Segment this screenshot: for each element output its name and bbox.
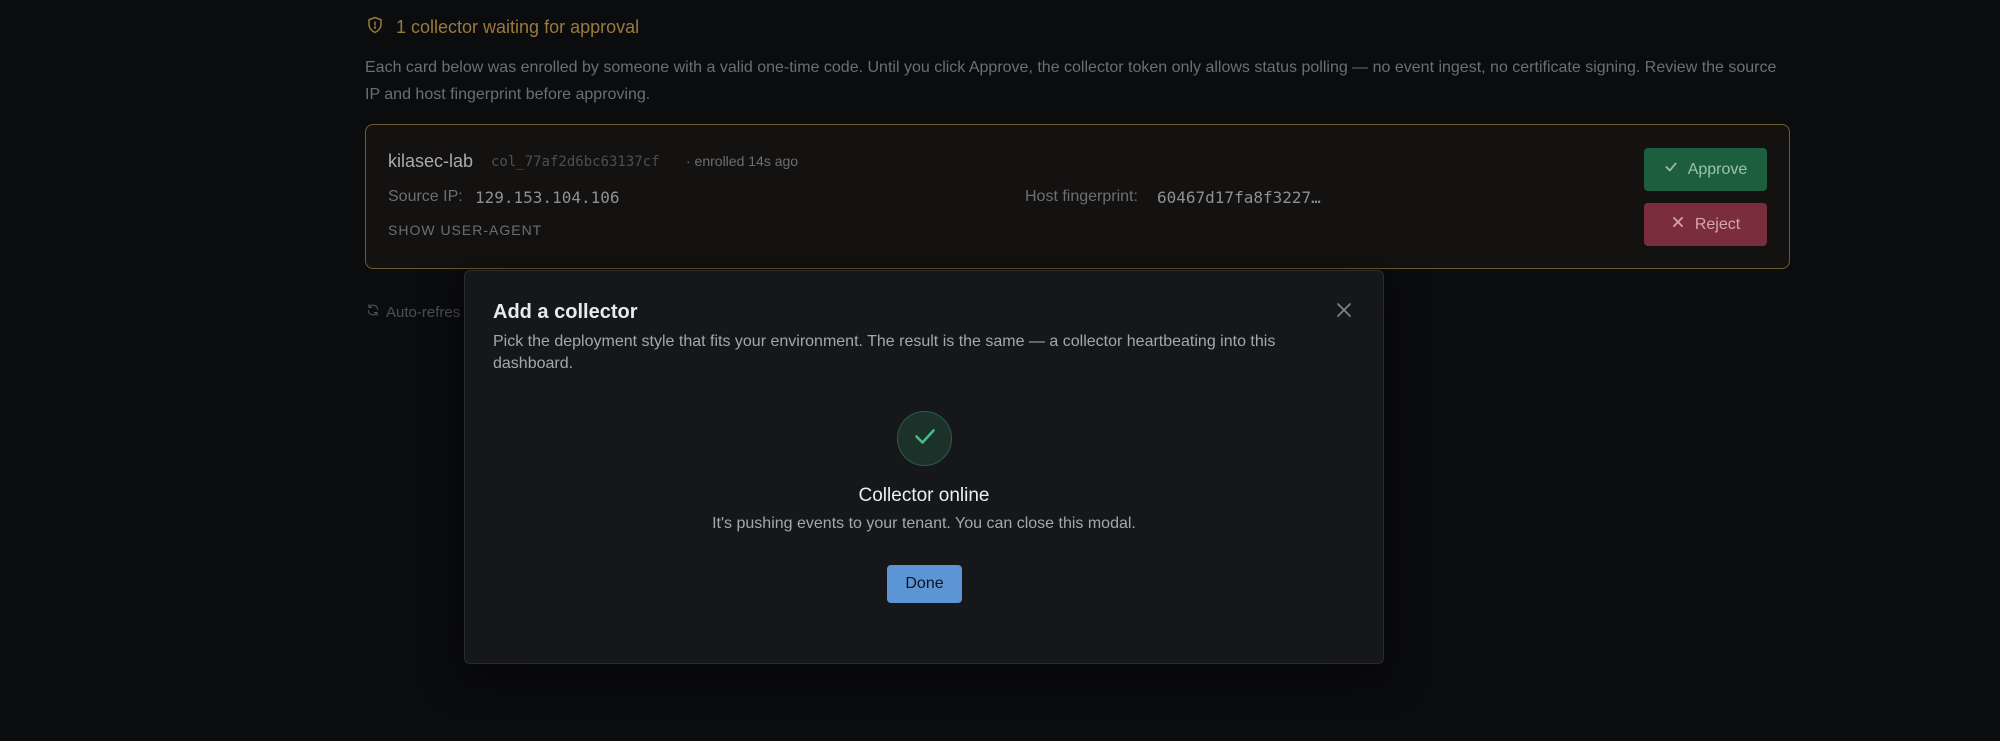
status-title: Collector online	[858, 485, 990, 506]
x-icon	[1671, 215, 1685, 234]
reject-label: Reject	[1694, 215, 1741, 233]
page: 1 collector waiting for approval Each ca…	[0, 0, 2000, 741]
approval-header-text: 1 collector waiting for approval	[396, 17, 640, 37]
auto-refresh-indicator: Auto-refres	[366, 303, 460, 321]
approval-description: Each card below was enrolled by someone …	[365, 59, 1777, 103]
check-icon	[913, 424, 937, 453]
enrolled-time: · enrolled 14s ago	[686, 153, 799, 169]
success-indicator	[897, 411, 952, 466]
add-collector-modal: Add a collector Pick the deployment styl…	[464, 270, 1384, 664]
auto-refresh-text: Auto-refres	[386, 303, 461, 321]
modal-subtitle: Pick the deployment style that fits your…	[493, 333, 1276, 372]
shield-icon	[366, 16, 384, 39]
modal-title: Add a collector	[493, 301, 638, 323]
refresh-icon	[366, 303, 380, 321]
show-user-agent-link[interactable]: SHOW USER-AGENT	[388, 222, 542, 238]
collector-id: col_77af2d6bc63137cf	[491, 154, 660, 170]
status-description: It's pushing events to your tenant. You …	[712, 515, 1136, 532]
fingerprint-label: Host fingerprint:	[1025, 188, 1138, 205]
close-icon[interactable]	[1335, 301, 1353, 319]
source-ip-label: Source IP:	[388, 188, 463, 205]
collector-name: kilasec-lab	[388, 151, 474, 171]
source-ip-value: 129.153.104.106	[475, 188, 620, 207]
done-button[interactable]: Done	[887, 565, 962, 603]
pending-collector-card: kilasec-lab col_77af2d6bc63137cf · enrol…	[365, 124, 1790, 269]
reject-button[interactable]: Reject	[1644, 203, 1767, 246]
approval-header: 1 collector waiting for approval	[366, 16, 639, 39]
fingerprint-value: 60467d17fa8f3227…	[1157, 188, 1321, 207]
approve-label: Approve	[1687, 160, 1748, 178]
approve-button[interactable]: Approve	[1644, 148, 1767, 191]
check-icon	[1664, 160, 1678, 179]
